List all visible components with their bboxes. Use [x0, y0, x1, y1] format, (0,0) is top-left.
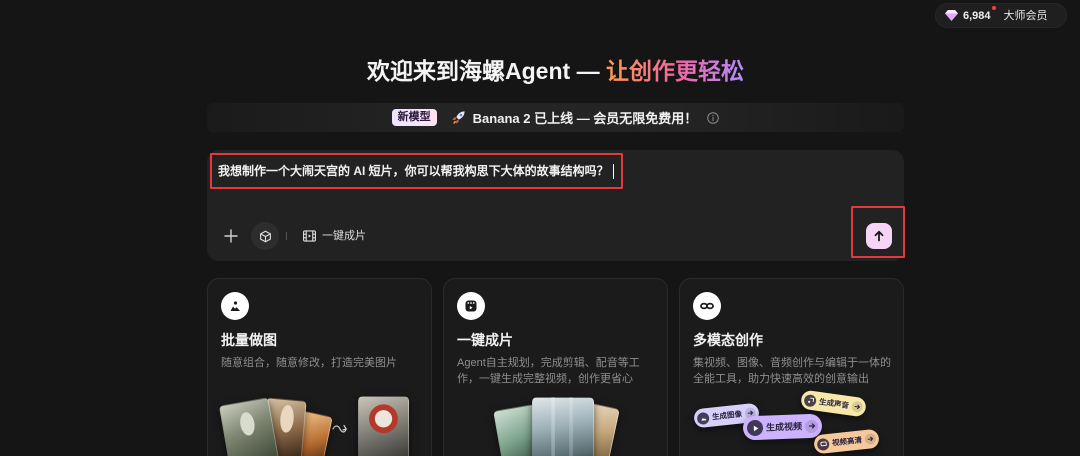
generate-video-pill: 生成视频 [742, 413, 823, 441]
membership-pill[interactable]: 6,984 大师会员 [935, 3, 1067, 28]
info-icon[interactable] [707, 111, 720, 124]
pill-label: 生成视频 [765, 421, 803, 433]
sample-image [532, 397, 594, 456]
announcement-banner[interactable]: 新模型 Banana 2 已上线 — 会员无限免费用！ [207, 103, 904, 132]
card-title: 批量做图 [221, 332, 277, 348]
plus-icon[interactable] [224, 229, 238, 243]
rocket-icon [451, 110, 466, 125]
new-model-badge: 新模型 [391, 109, 437, 126]
sample-image [358, 396, 409, 456]
highlight-box-prompt [210, 153, 623, 189]
highlight-box-send [851, 206, 905, 258]
prompt-composer: 我想制作一个大闹天宫的 AI 短片，你可以帮我构思下大体的故事结构吗？ 一键成片 [207, 150, 905, 261]
video-upscale-pill: 视频高清 [813, 428, 880, 455]
banner-text: Banana 2 已上线 — 会员无限免费用！ [472, 111, 698, 126]
credits-value: 6,984 [963, 9, 991, 22]
pill-label: 生成声音 [818, 396, 850, 410]
title-text: 欢迎来到海螺Agent — [367, 58, 606, 84]
transform-arrow-icon [332, 423, 348, 433]
video-clip-icon [457, 292, 485, 320]
mode-label: 一键成片 [322, 230, 366, 242]
pill-label: 视频高清 [831, 434, 863, 447]
card-title: 多模态创作 [693, 332, 763, 348]
image-icon [696, 411, 710, 425]
film-icon [303, 230, 316, 242]
arrow-right-icon [804, 419, 819, 433]
music-icon [803, 393, 818, 408]
card-description: Agent自主规划，完成剪辑、配音等工作，一键生成完整视频，创作更省心 [457, 357, 640, 385]
membership-link[interactable]: 大师会员 [1004, 9, 1048, 23]
toolbar-divider [286, 232, 287, 240]
card-batch-image[interactable]: 批量做图 随意组合，随意修改，打造完美图片 [207, 278, 432, 456]
card-description: 集视频、图像、音频创作与编辑于一体的全能工具，助力快速高效的创意输出 [693, 357, 891, 385]
credits-count: 6,984 [963, 5, 996, 23]
card-title: 一键成片 [457, 332, 513, 348]
hd-icon [816, 437, 830, 451]
pill-label: 生成图像 [711, 408, 743, 421]
notification-dot [991, 5, 996, 10]
infinity-icon [693, 292, 721, 320]
model-selector-button[interactable] [251, 222, 279, 250]
arrow-right-icon [851, 400, 864, 414]
card-description: 随意组合，随意修改，打造完美图片 [221, 357, 397, 369]
one-click-video-button[interactable]: 一键成片 [303, 229, 366, 243]
image-icon [221, 292, 249, 320]
gem-icon [945, 10, 958, 21]
card-one-click-video[interactable]: 一键成片 Agent自主规划，完成剪辑、配音等工作，一键生成完整视频，创作更省心 [443, 278, 668, 456]
title-highlight: 让创作更轻松 [605, 58, 744, 84]
cube-icon [259, 230, 272, 243]
page-title: 欢迎来到海螺Agent — 让创作更轻松 [207, 56, 904, 86]
video-icon [746, 419, 764, 437]
arrow-right-icon [864, 432, 877, 446]
card-multimodal[interactable]: 多模态创作 集视频、图像、音频创作与编辑于一体的全能工具，助力快速高效的创意输出… [679, 278, 904, 456]
